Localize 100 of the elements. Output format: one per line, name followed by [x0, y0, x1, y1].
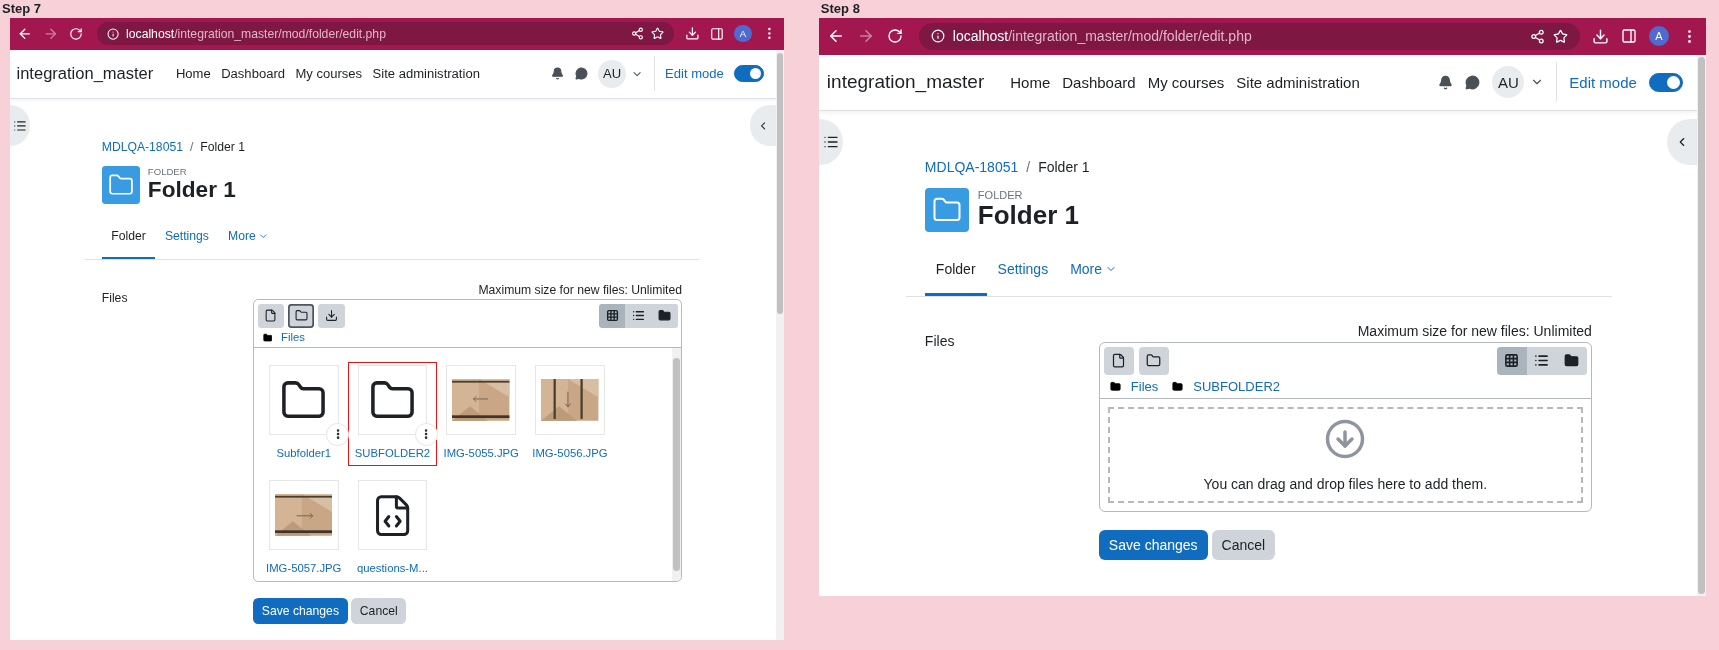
file-thumbnail[interactable]: [357, 365, 428, 436]
grid-view-button[interactable]: [599, 303, 626, 328]
file-name[interactable]: IMG-5055.JPG: [443, 447, 519, 460]
add-file-button[interactable]: [1103, 346, 1134, 375]
breadcrumb-link[interactable]: MDLQA-18051: [101, 140, 183, 155]
step-label: Step 7: [2, 0, 42, 18]
url-text: localhost/integration_master/mod/folder/edit.php: [126, 26, 387, 41]
nav-link[interactable]: Dashboard: [221, 66, 285, 82]
drawer-button[interactable]: [818, 118, 843, 165]
file-name[interactable]: SUBFOLDER2: [354, 447, 431, 460]
grid-view-button[interactable]: [1496, 346, 1527, 375]
nav-link[interactable]: Site administration: [1236, 73, 1360, 91]
max-size-text: Maximum size for new files: Unlimited: [1357, 322, 1592, 339]
file-thumbnail[interactable]: [357, 480, 428, 551]
nav-link[interactable]: Site administration: [372, 66, 480, 82]
edit-mode-label: Edit mode: [665, 66, 724, 82]
current-page-label: Folder 1: [1038, 158, 1090, 175]
item-menu-button[interactable]: [415, 423, 438, 446]
list-icon: [631, 309, 645, 323]
tab[interactable]: Settings: [986, 245, 1060, 296]
form-button[interactable]: Cancel: [1211, 529, 1276, 560]
path-link[interactable]: Files: [1130, 378, 1159, 394]
edit-mode-label: Edit mode: [1569, 73, 1637, 91]
drop-zone[interactable]: You can drag and drop files here to add them.: [1107, 406, 1583, 503]
step-label: Step 8: [820, 0, 861, 18]
share-icon[interactable]: [630, 27, 644, 41]
path-link[interactable]: Files: [281, 331, 305, 344]
site-name[interactable]: integration_master: [16, 63, 154, 84]
chat-icon[interactable]: [1465, 74, 1481, 90]
side-panel-icon[interactable]: [709, 26, 724, 41]
file-icon: [1111, 353, 1127, 368]
field-label: Files: [101, 290, 129, 306]
file-name[interactable]: questions-M...: [357, 562, 428, 575]
file-thumbnail[interactable]: [446, 365, 517, 436]
tab[interactable]: More: [218, 216, 279, 259]
scrollbar[interactable]: [1696, 54, 1706, 596]
side-panel-icon[interactable]: [1620, 28, 1637, 44]
user-avatar[interactable]: AU: [598, 59, 626, 88]
info-icon[interactable]: [930, 29, 945, 43]
download-circle-icon: [1324, 417, 1367, 460]
scrollbar[interactable]: [776, 49, 784, 641]
form-button[interactable]: Cancel: [351, 597, 407, 624]
field-label: Files: [924, 331, 956, 349]
nav-link[interactable]: My courses: [295, 66, 363, 82]
nav-link[interactable]: Home: [1010, 73, 1051, 91]
download-button[interactable]: [318, 303, 345, 328]
bell-icon[interactable]: [1438, 74, 1454, 90]
chat-icon[interactable]: [574, 67, 588, 81]
site-name[interactable]: integration_master: [826, 71, 985, 93]
download-icon[interactable]: [684, 26, 700, 41]
file-name[interactable]: IMG-5056.JPG: [532, 447, 608, 460]
bell-icon[interactable]: [551, 67, 565, 81]
star-icon[interactable]: [650, 27, 664, 41]
max-size-text: Maximum size for new files: Unlimited: [478, 282, 683, 297]
tab[interactable]: More: [1059, 245, 1129, 296]
star-icon[interactable]: [1552, 28, 1568, 44]
nav-link[interactable]: My courses: [1147, 73, 1225, 91]
tab[interactable]: Folder: [101, 216, 156, 259]
address-bar[interactable]: localhost/integration_master/mod/folder/edit.php: [96, 21, 675, 46]
file-name[interactable]: IMG-5057.JPG: [266, 562, 342, 575]
create-folder-button[interactable]: [1138, 346, 1169, 375]
form-button[interactable]: Save changes: [253, 597, 348, 624]
file-thumbnail[interactable]: [268, 480, 339, 551]
file-name[interactable]: Subfolder1: [276, 447, 332, 460]
user-avatar[interactable]: AU: [1492, 66, 1525, 98]
activity-type: FOLDER: [147, 166, 188, 178]
page-title: Folder 1: [977, 200, 1079, 231]
share-icon[interactable]: [1529, 28, 1545, 44]
grid-icon: [605, 309, 619, 323]
breadcrumb-link[interactable]: MDLQA-18051: [924, 158, 1019, 175]
reload-icon[interactable]: [68, 26, 83, 41]
folder-icon: [262, 332, 273, 343]
folder-icon: [1564, 353, 1580, 368]
download-icon[interactable]: [1591, 27, 1609, 45]
nav-link[interactable]: Dashboard: [1062, 73, 1136, 91]
scrollbar[interactable]: [672, 347, 682, 582]
profile-avatar[interactable]: A: [734, 24, 752, 43]
file-thumbnail[interactable]: [268, 365, 339, 436]
folder-icon: [924, 187, 969, 232]
info-icon[interactable]: [106, 27, 120, 40]
drawer-button[interactable]: [9, 105, 31, 146]
file-thumbnail[interactable]: [535, 365, 605, 436]
list-icon: [1534, 353, 1550, 368]
drop-zone-text: You can drag and drop files here to add them.: [1203, 475, 1488, 492]
create-folder-button[interactable]: [288, 303, 315, 328]
page-title: Folder 1: [147, 177, 236, 204]
folder-icon: [1172, 380, 1184, 392]
url-text: localhost/integration_master/mod/folder/edit.php: [952, 28, 1253, 44]
tab[interactable]: Folder: [924, 245, 987, 296]
grid-icon: [1504, 353, 1520, 368]
edit-mode-toggle[interactable]: [1648, 72, 1683, 92]
tab[interactable]: Settings: [155, 216, 219, 259]
edit-mode-toggle[interactable]: [734, 65, 764, 82]
form-button[interactable]: Save changes: [1098, 529, 1208, 560]
reload-icon[interactable]: [886, 28, 903, 44]
nav-link[interactable]: Home: [175, 66, 211, 82]
profile-avatar[interactable]: A: [1648, 26, 1669, 46]
add-file-button[interactable]: [257, 303, 284, 328]
address-bar[interactable]: localhost/integration_master/mod/folder/edit.php: [918, 22, 1580, 50]
path-link[interactable]: SUBFOLDER2: [1193, 378, 1280, 394]
